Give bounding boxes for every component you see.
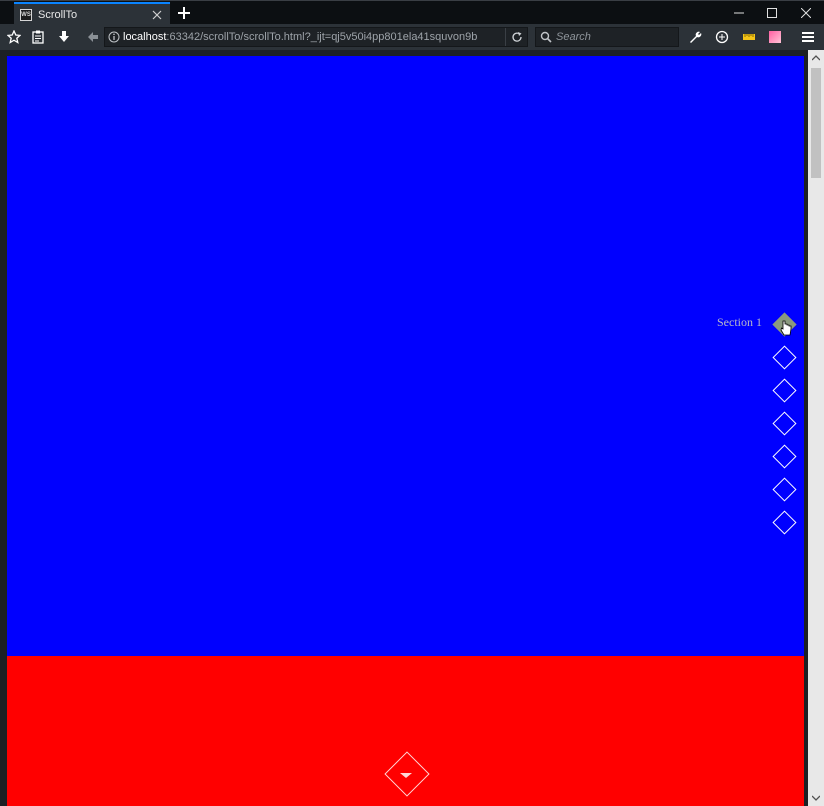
navigation-toolbar: localhost:63342/scrollTo/scrollTo.html?_… [0, 24, 824, 50]
section-nav-dot[interactable] [772, 378, 797, 403]
url-host: localhost [123, 31, 167, 43]
ruler-icon [743, 34, 755, 40]
maximize-icon [767, 8, 777, 18]
section-nav-dot[interactable] [772, 444, 797, 469]
search-bar[interactable]: Search [535, 27, 679, 47]
extension-color-button[interactable] [765, 27, 785, 47]
extension-badge-button[interactable] [712, 27, 732, 47]
caret-down-icon [400, 773, 412, 778]
close-window-button[interactable] [789, 1, 823, 25]
clipboard-icon [32, 30, 44, 44]
section-nav-label: Section 1 [717, 315, 762, 329]
section-dot-navigation: Section 1 [678, 312, 798, 543]
search-icon [540, 31, 552, 43]
section-nav-item[interactable]: Section 1 [678, 312, 798, 345]
dev-tools-button[interactable] [685, 27, 705, 47]
section-nav-item[interactable] [678, 444, 798, 477]
download-arrow-icon [59, 31, 69, 42]
scrollbar-thumb[interactable] [811, 68, 821, 178]
section-nav-dot[interactable] [772, 345, 797, 370]
section-nav-item[interactable] [678, 510, 798, 543]
url-bar[interactable]: localhost:63342/scrollTo/scrollTo.html?_… [104, 27, 528, 47]
url-path: :63342/scrollTo/scrollTo.html?_ijt=qj5v5… [166, 31, 478, 43]
close-tab-icon[interactable] [150, 8, 164, 22]
new-tab-button[interactable] [176, 4, 192, 22]
url-text: localhost:63342/scrollTo/scrollTo.html?_… [123, 31, 505, 43]
back-arrow-icon [88, 32, 98, 42]
minimize-icon [734, 12, 744, 14]
section-nav-dot[interactable] [772, 477, 797, 502]
downloads-button[interactable] [54, 27, 74, 47]
section-nav-item[interactable] [678, 411, 798, 444]
wrench-icon [690, 31, 702, 43]
star-icon [7, 30, 21, 44]
close-icon [801, 8, 811, 18]
webstorm-favicon-icon: WS [20, 8, 32, 21]
section-nav-dot[interactable] [772, 510, 797, 535]
search-placeholder: Search [556, 31, 591, 43]
tab-title: ScrollTo [38, 8, 78, 21]
menu-button[interactable] [798, 27, 818, 47]
section-nav-item[interactable] [678, 378, 798, 411]
scroll-down-arrow-icon[interactable] [808, 790, 824, 806]
hamburger-menu-icon [802, 32, 814, 42]
badge-icon [715, 30, 729, 44]
back-button[interactable] [83, 27, 103, 47]
bookmark-star-button[interactable] [4, 27, 24, 47]
minimize-button[interactable] [722, 1, 756, 25]
extension-ruler-button[interactable] [739, 27, 759, 47]
reload-icon [511, 32, 522, 42]
info-icon[interactable] [105, 28, 123, 46]
browser-tab[interactable]: WS ScrollTo [14, 2, 170, 25]
maximize-button[interactable] [755, 1, 789, 25]
section-nav-item[interactable] [678, 345, 798, 378]
section-nav-item[interactable] [678, 477, 798, 510]
scroll-up-arrow-icon[interactable] [808, 50, 824, 66]
tab-strip: WS ScrollTo [0, 0, 824, 25]
page-scrollbar[interactable] [808, 50, 824, 806]
section-nav-dot[interactable] [772, 411, 797, 436]
color-swatch-icon [769, 31, 781, 43]
reload-button[interactable] [505, 28, 527, 46]
page-viewport: Section 1 [7, 56, 804, 806]
reader-list-button[interactable] [28, 27, 48, 47]
plus-icon [178, 7, 190, 19]
hand-cursor-icon [780, 320, 792, 336]
